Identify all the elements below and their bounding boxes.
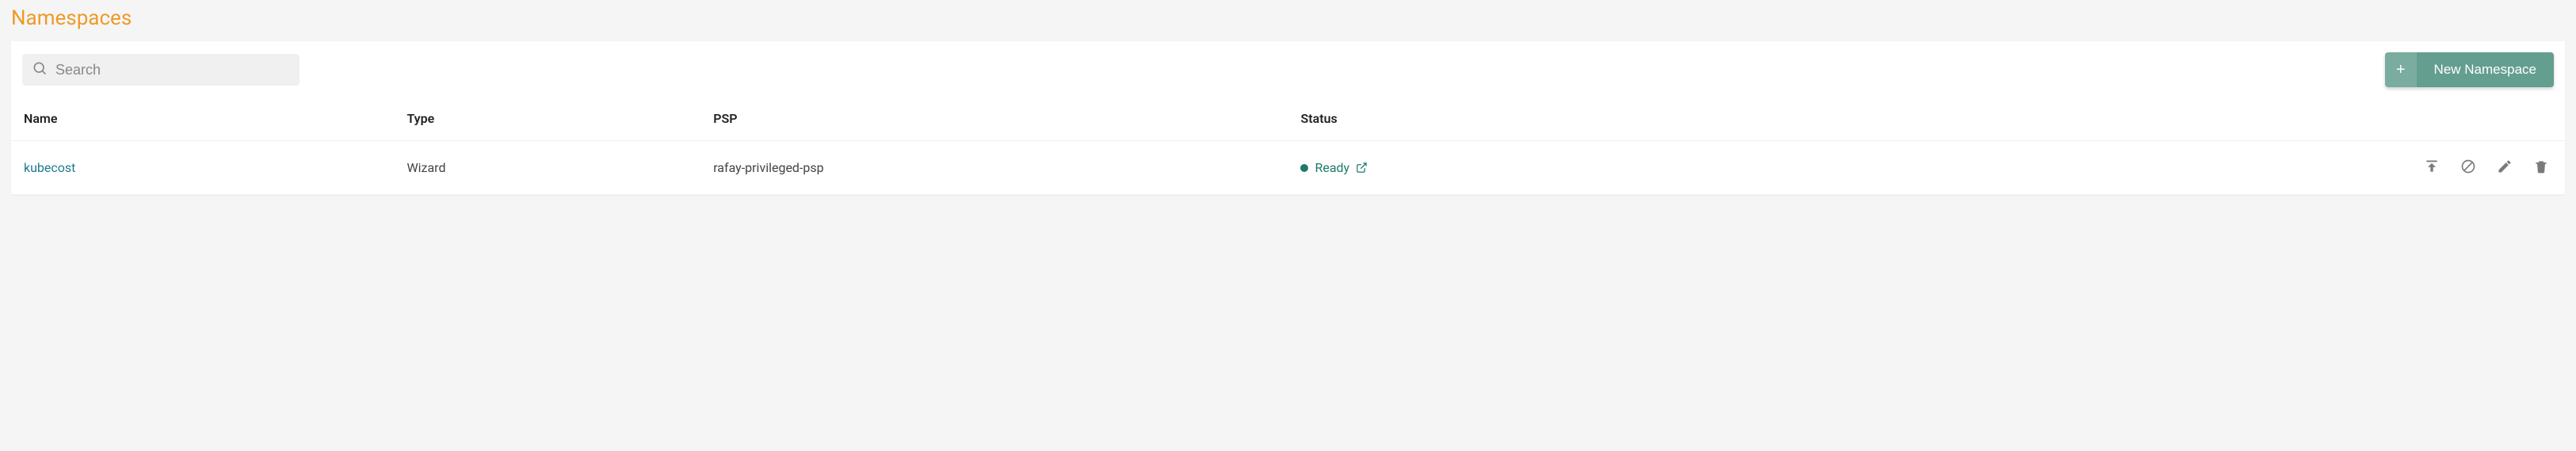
edit-button[interactable] xyxy=(2497,159,2513,177)
search-icon xyxy=(32,60,55,79)
row-actions xyxy=(2195,159,2549,177)
cancel-icon xyxy=(2460,159,2476,177)
delete-button[interactable] xyxy=(2533,159,2549,177)
plus-icon: + xyxy=(2385,52,2417,87)
upload-icon xyxy=(2424,159,2440,177)
namespaces-card: + New Namespace Name Type PSP Status kub… xyxy=(11,41,2565,195)
namespace-type: Wizard xyxy=(394,141,700,195)
search-input[interactable] xyxy=(55,62,290,78)
status-dot-icon xyxy=(1300,164,1308,172)
trash-icon xyxy=(2533,159,2549,177)
column-header-status: Status xyxy=(1288,103,2181,141)
new-namespace-button[interactable]: + New Namespace xyxy=(2385,52,2554,87)
namespaces-table: Name Type PSP Status kubecost Wizard raf… xyxy=(11,103,2565,195)
column-header-psp: PSP xyxy=(700,103,1288,141)
column-header-name: Name xyxy=(11,103,394,141)
page-title: Namespaces xyxy=(0,0,2576,41)
status-text: Ready xyxy=(1315,160,1349,175)
open-external-icon xyxy=(1356,162,1368,174)
new-namespace-label: New Namespace xyxy=(2417,52,2554,87)
publish-button[interactable] xyxy=(2424,159,2440,177)
disable-button[interactable] xyxy=(2460,159,2476,177)
table-row: kubecost Wizard rafay-privileged-psp Rea… xyxy=(11,141,2565,195)
status-badge[interactable]: Ready xyxy=(1300,160,2169,175)
search-container xyxy=(22,54,300,86)
column-header-type: Type xyxy=(394,103,700,141)
column-header-actions xyxy=(2182,103,2565,141)
namespace-psp: rafay-privileged-psp xyxy=(700,141,1288,195)
namespace-name-link[interactable]: kubecost xyxy=(24,160,75,175)
toolbar: + New Namespace xyxy=(11,41,2565,103)
pencil-icon xyxy=(2497,159,2513,177)
